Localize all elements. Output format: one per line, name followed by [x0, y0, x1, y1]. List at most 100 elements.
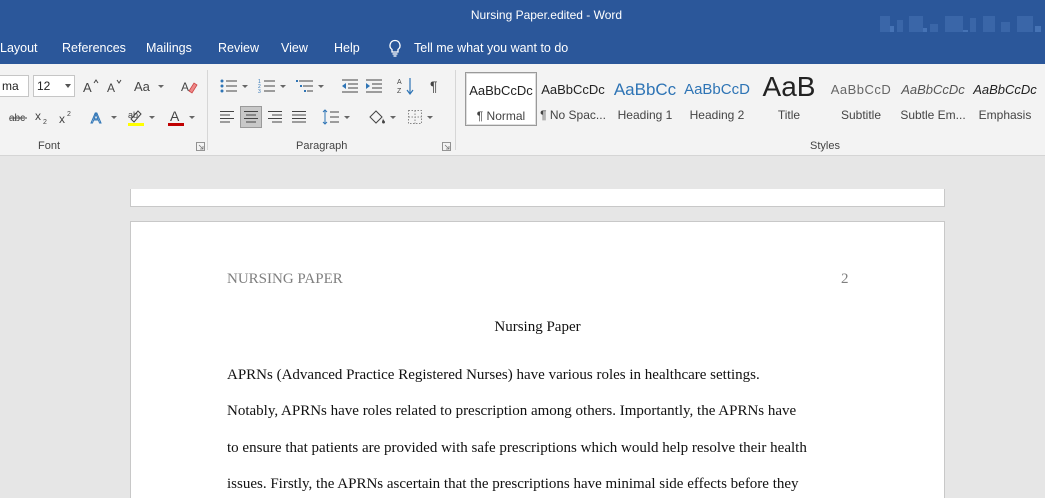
grow-font-button[interactable]: A	[82, 75, 100, 97]
superscript-icon: x2	[59, 111, 71, 125]
align-right-button[interactable]	[266, 106, 284, 128]
chevron-down-icon	[111, 115, 117, 119]
svg-text:A: A	[181, 80, 189, 94]
font-color-icon: A	[168, 108, 184, 126]
font-color-button[interactable]: A	[164, 106, 198, 128]
style-normal[interactable]: AaBbCcDc ¶ Normal	[465, 72, 537, 126]
increase-indent-icon	[366, 79, 382, 93]
chevron-down-icon	[390, 115, 396, 119]
show-formatting-marks-button[interactable]: ¶	[426, 75, 444, 97]
chevron-down-icon	[427, 115, 433, 119]
line-spacing-icon	[322, 109, 339, 125]
document-canvas[interactable]: NURSING PAPER 2 Nursing Paper APRNs (Adv…	[0, 157, 1045, 498]
svg-text:Aa: Aa	[134, 79, 151, 94]
ribbon-tabs: Layout References Mailings Review View H…	[0, 32, 1045, 64]
align-right-icon	[268, 111, 282, 123]
style-sample: AaBbCcDc	[541, 82, 605, 97]
multilevel-list-button[interactable]	[294, 75, 326, 97]
shading-button[interactable]	[366, 106, 398, 128]
chevron-down-icon	[189, 115, 195, 119]
decrease-indent-button[interactable]	[340, 75, 360, 97]
tab-help[interactable]: Help	[334, 41, 360, 55]
document-page[interactable]: NURSING PAPER 2 Nursing Paper APRNs (Adv…	[130, 221, 945, 498]
document-title: Nursing Paper	[494, 319, 581, 335]
style-sample: AaBbCcD	[830, 82, 892, 97]
tab-mailings[interactable]: Mailings	[146, 41, 192, 55]
borders-button[interactable]	[404, 106, 436, 128]
text-effects-icon: A	[91, 110, 102, 127]
style-name: ¶ No Spac...	[540, 108, 606, 122]
svg-text:¶: ¶	[430, 78, 438, 94]
style-no-spacing[interactable]: AaBbCcDc ¶ No Spac...	[537, 72, 609, 126]
justify-button[interactable]	[290, 106, 308, 128]
style-name: Subtle Em...	[900, 108, 966, 122]
tab-layout[interactable]: Layout	[0, 41, 38, 55]
sort-icon: AZ	[397, 78, 414, 95]
multilevel-list-icon	[296, 80, 313, 92]
highlighter-icon: ab	[128, 110, 144, 126]
chevron-down-icon	[344, 115, 350, 119]
paint-bucket-icon	[369, 110, 385, 124]
chevron-down-icon	[318, 84, 324, 88]
font-size-combo[interactable]: 12	[33, 75, 75, 97]
paragraph-dialog-launcher-icon[interactable]	[442, 142, 451, 151]
increase-indent-button[interactable]	[364, 75, 384, 97]
align-left-button[interactable]	[218, 106, 236, 128]
numbering-button[interactable]: 123	[256, 75, 288, 97]
font-family-combo[interactable]: ma	[0, 75, 29, 97]
sort-button[interactable]: AZ	[396, 75, 416, 97]
decrease-indent-icon	[342, 79, 358, 93]
shrink-font-button[interactable]: A	[106, 75, 124, 97]
tab-view[interactable]: View	[281, 41, 308, 55]
subscript-button[interactable]: x2	[34, 106, 50, 128]
page-number: 2	[841, 271, 849, 287]
tab-references[interactable]: References	[62, 41, 126, 55]
style-name: ¶ Normal	[476, 109, 526, 123]
text-effects-button[interactable]: A	[88, 106, 118, 128]
style-subtle-emphasis[interactable]: AaBbCcDc Subtle Em...	[897, 72, 969, 126]
strikethrough-button[interactable]: abc	[8, 106, 28, 128]
font-family-value: ma	[2, 79, 19, 93]
numbering-icon: 123	[258, 79, 275, 94]
style-name: Heading 2	[689, 108, 745, 122]
font-group-label: Font	[38, 140, 61, 152]
tab-review[interactable]: Review	[218, 41, 259, 55]
clear-formatting-button[interactable]: A	[180, 75, 198, 97]
style-sample: AaBbCc	[613, 80, 677, 99]
lightbulb-icon[interactable]	[387, 39, 403, 57]
align-center-button[interactable]	[240, 106, 262, 128]
style-name: Heading 1	[617, 108, 673, 122]
ribbon: ma 12 A A Aa A abc x2 x2 A ab A Font 123	[0, 64, 1045, 156]
svg-text:2: 2	[43, 119, 47, 125]
change-case-button[interactable]: Aa	[134, 75, 164, 97]
style-subtitle[interactable]: AaBbCcD Subtitle	[825, 72, 897, 126]
group-separator	[455, 70, 456, 150]
style-name: Emphasis	[978, 108, 1032, 122]
font-dialog-launcher-icon[interactable]	[196, 142, 205, 151]
borders-icon	[408, 110, 422, 124]
svg-text:A: A	[397, 79, 402, 86]
bullets-button[interactable]	[218, 75, 250, 97]
pilcrow-icon: ¶	[430, 78, 438, 94]
title-bar-pattern	[880, 16, 1041, 32]
style-sample: AaB	[762, 72, 816, 102]
shrink-font-icon: A	[107, 79, 122, 94]
svg-text:A: A	[91, 110, 101, 126]
style-name: Subtitle	[840, 108, 882, 122]
style-heading-2[interactable]: AaBbCcD Heading 2	[681, 72, 753, 126]
line-spacing-button[interactable]	[320, 106, 352, 128]
justify-icon	[292, 111, 306, 123]
strikethrough-icon: abc	[9, 113, 27, 124]
style-emphasis[interactable]: AaBbCcDc Emphasis	[969, 72, 1041, 126]
previous-page[interactable]	[130, 189, 945, 207]
style-title[interactable]: AaB Title	[753, 72, 825, 126]
chevron-down-icon	[65, 84, 71, 88]
svg-text:A: A	[83, 80, 92, 94]
highlight-color-button[interactable]: ab	[124, 106, 158, 128]
style-heading-1[interactable]: AaBbCc Heading 1	[609, 72, 681, 126]
superscript-button[interactable]: x2	[58, 106, 74, 128]
tell-me-search[interactable]: Tell me what you want to do	[414, 41, 568, 55]
svg-text:3: 3	[258, 89, 261, 94]
change-case-icon: Aa	[134, 79, 151, 94]
styles-group-label: Styles	[810, 140, 840, 152]
